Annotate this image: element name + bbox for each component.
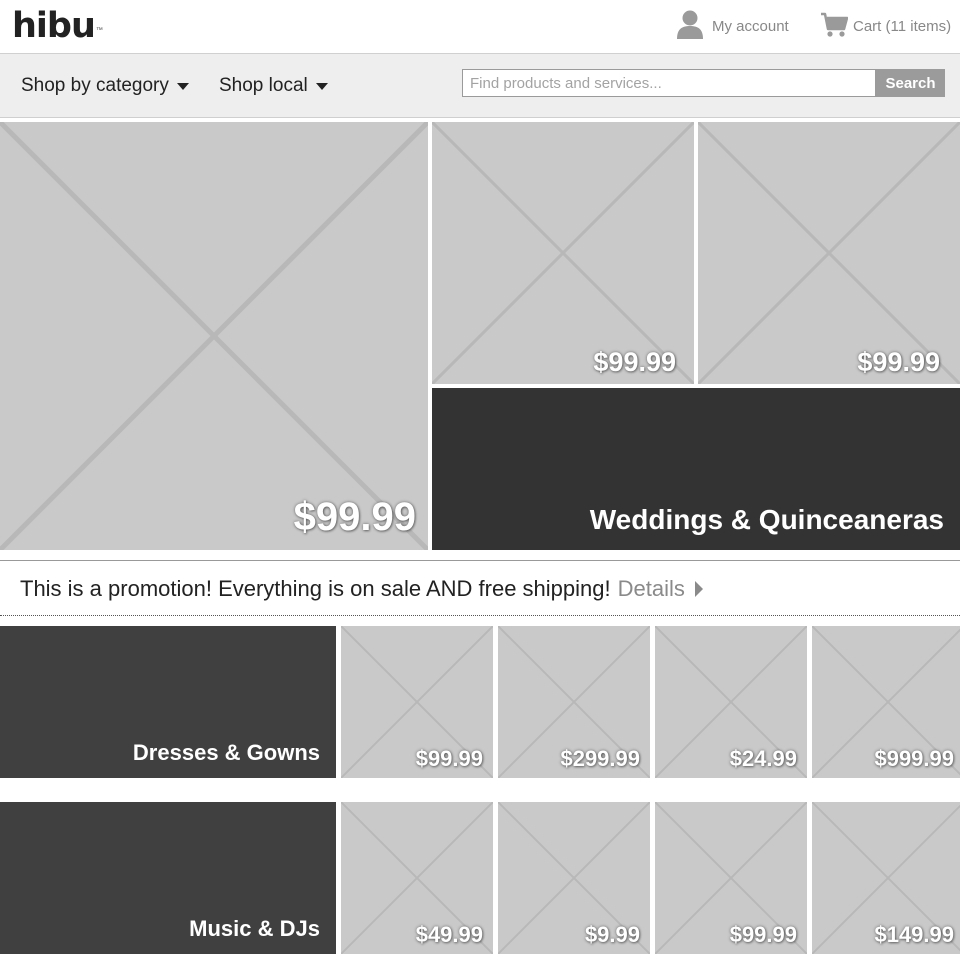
product-tile-small[interactable]: $99.99 bbox=[698, 122, 960, 384]
my-account-link[interactable]: My account bbox=[676, 9, 789, 44]
shop-by-category-label: Shop by category bbox=[21, 75, 169, 96]
product-tile[interactable]: $999.99 bbox=[812, 626, 960, 778]
price-label: $99.99 bbox=[415, 746, 483, 771]
category-tile-dresses[interactable]: Dresses & Gowns bbox=[0, 626, 336, 778]
promotion-content: This is a promotion! Everything is on sa… bbox=[20, 574, 703, 604]
cart-icon bbox=[820, 9, 849, 44]
image-placeholder-icon bbox=[432, 122, 694, 384]
promotion-text: This is a promotion! Everything is on sa… bbox=[20, 576, 611, 601]
product-tile[interactable]: $9.99 bbox=[498, 802, 650, 954]
product-tile[interactable]: $49.99 bbox=[341, 802, 493, 954]
caret-right-icon bbox=[694, 581, 703, 597]
price-label: $299.99 bbox=[560, 746, 640, 771]
category-tile-weddings[interactable]: Weddings & Quinceaneras bbox=[432, 388, 960, 550]
price-label: $99.99 bbox=[593, 347, 676, 377]
search-input[interactable] bbox=[462, 69, 876, 97]
product-tile[interactable]: $149.99 bbox=[812, 802, 960, 954]
cart-link[interactable]: Cart (11 items) bbox=[820, 11, 951, 41]
shop-local-label: Shop local bbox=[219, 75, 308, 96]
shop-local-menu[interactable]: Shop local bbox=[219, 72, 328, 100]
price-label: $99.99 bbox=[293, 495, 416, 539]
product-tile[interactable]: $24.99 bbox=[655, 626, 807, 778]
image-placeholder-icon bbox=[0, 122, 428, 550]
product-tile-small[interactable]: $99.99 bbox=[432, 122, 694, 384]
top-bar: hibu ™ My account Cart (11 items) bbox=[0, 0, 960, 54]
promotion-details-link[interactable]: Details bbox=[618, 576, 703, 602]
logo-text: hibu bbox=[12, 6, 96, 46]
product-tile[interactable]: $99.99 bbox=[655, 802, 807, 954]
price-label: $149.99 bbox=[874, 922, 954, 947]
product-tile[interactable]: $299.99 bbox=[498, 626, 650, 778]
user-icon bbox=[676, 9, 704, 44]
my-account-label: My account bbox=[712, 17, 789, 35]
price-label: $49.99 bbox=[415, 922, 483, 947]
price-label: $99.99 bbox=[729, 922, 797, 947]
caret-down-icon bbox=[176, 82, 189, 90]
category-label: Weddings & Quinceaneras bbox=[589, 504, 944, 535]
product-tile-large[interactable]: $99.99 bbox=[0, 122, 428, 550]
image-placeholder-icon bbox=[698, 122, 960, 384]
category-label: Dresses & Gowns bbox=[132, 740, 320, 765]
price-label: $24.99 bbox=[729, 746, 797, 771]
logo-trademark: ™ bbox=[95, 27, 103, 34]
price-label: $999.99 bbox=[874, 746, 954, 771]
hibu-logo[interactable]: hibu ™ bbox=[12, 6, 103, 46]
price-label: $99.99 bbox=[857, 347, 940, 377]
search-bar: Search bbox=[462, 69, 945, 97]
promotion-banner: This is a promotion! Everything is on sa… bbox=[0, 560, 960, 616]
price-label: $9.99 bbox=[584, 922, 640, 947]
category-tile-music[interactable]: Music & DJs bbox=[0, 802, 336, 954]
category-label: Music & DJs bbox=[189, 916, 320, 941]
cart-label: Cart (11 items) bbox=[853, 17, 952, 35]
caret-down-icon bbox=[315, 82, 328, 90]
search-button[interactable]: Search bbox=[876, 69, 945, 97]
shop-by-category-menu[interactable]: Shop by category bbox=[21, 72, 189, 100]
details-label: Details bbox=[617, 576, 685, 601]
product-tile[interactable]: $99.99 bbox=[341, 626, 493, 778]
